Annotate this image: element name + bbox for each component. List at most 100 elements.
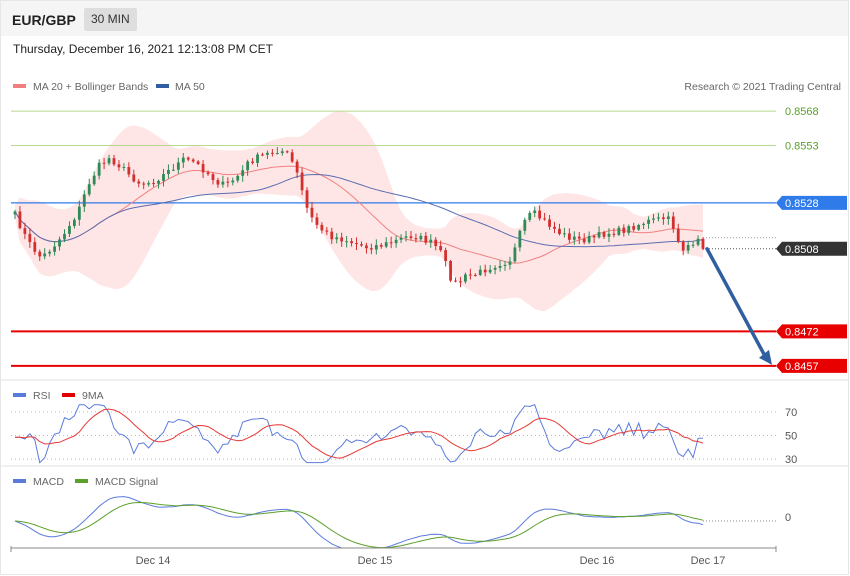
candle-body <box>315 217 319 225</box>
candle-body <box>419 235 423 240</box>
candle-body <box>503 264 507 266</box>
candle-body <box>171 169 175 171</box>
candle-body <box>607 233 611 237</box>
candle-body <box>236 175 240 181</box>
candle-body <box>622 227 626 233</box>
candle-body <box>87 184 91 195</box>
candle-body <box>429 239 433 243</box>
candle-body <box>696 238 700 245</box>
candle-body <box>13 211 17 215</box>
candle-body <box>107 158 111 164</box>
candle-body <box>617 227 621 235</box>
macd-signal-legend-swatch <box>75 479 88 483</box>
candle-body <box>97 162 101 176</box>
candle-body <box>597 232 601 238</box>
candle-body <box>112 158 116 165</box>
candle-body <box>147 183 151 185</box>
candle-body <box>63 233 66 240</box>
target-level-label: 0.8553 <box>785 140 819 152</box>
candle-body <box>657 217 660 219</box>
candle-body <box>82 194 86 207</box>
candle-body <box>152 183 155 185</box>
macd-tick-label: 0 <box>785 512 791 524</box>
candle-body <box>409 236 413 239</box>
candle-body <box>28 233 32 243</box>
candle-body <box>122 167 126 169</box>
candle-body <box>671 216 675 229</box>
candle-body <box>513 247 517 262</box>
candle-body <box>360 244 363 246</box>
candle-body <box>468 274 472 276</box>
candle-body <box>369 248 373 250</box>
candle-body <box>300 172 304 191</box>
x-axis: Dec 14 Dec 15 Dec 16 Dec 17 <box>10 546 777 567</box>
candle-body <box>77 206 81 220</box>
target-level-label: 0.8568 <box>785 106 819 118</box>
bollinger-band <box>15 110 703 312</box>
candle-body <box>270 152 274 154</box>
candle-body <box>612 233 616 235</box>
macd-signal-legend-label: MACD Signal <box>95 476 158 488</box>
candle-body <box>280 151 284 154</box>
x-tick-label: Dec 16 <box>580 555 615 567</box>
x-tick-label: Dec 17 <box>691 555 726 567</box>
resistance-level-label: 0.8528 <box>785 198 819 210</box>
candle-body <box>394 239 398 244</box>
candle-body <box>558 228 561 234</box>
candle-body <box>261 154 264 156</box>
candle-body <box>350 241 353 244</box>
candle-body <box>642 223 646 225</box>
candle-body <box>493 267 497 270</box>
candle-body <box>572 236 576 240</box>
level-labels: 0.8568 0.8553 0.8528 0.8508 0.8472 0.8457 <box>776 106 847 373</box>
candle-body <box>196 161 200 165</box>
candle-body <box>701 238 705 249</box>
candle-body <box>548 219 551 227</box>
candle-body <box>92 175 96 185</box>
last-price-label: 0.8508 <box>785 244 819 256</box>
candle-body <box>652 218 655 220</box>
candle-body <box>117 164 121 168</box>
candle-body <box>478 269 482 276</box>
chart-canvas: MA 20 + Bollinger Bands MA 50 Research ©… <box>1 81 849 567</box>
candle-body <box>38 251 42 257</box>
candle-body <box>563 233 566 235</box>
ma50-legend-label: MA 50 <box>175 81 205 93</box>
candle-body <box>325 230 329 232</box>
candle-body <box>127 167 131 175</box>
macd-panel: 0 <box>14 496 791 549</box>
candle-body <box>231 180 235 183</box>
candle-body <box>23 228 27 234</box>
candle-body <box>379 245 383 247</box>
candle-body <box>662 217 665 219</box>
candle-body <box>186 157 190 160</box>
candle-body <box>483 269 487 273</box>
rsi-legend-label: RSI <box>33 390 51 402</box>
candle-body <box>637 224 641 230</box>
rsi-ma-legend-swatch <box>62 393 75 397</box>
rsi-tick-label: 50 <box>785 430 797 442</box>
ma20-legend-swatch <box>13 84 26 88</box>
candle-body <box>176 162 180 170</box>
candle-body <box>384 242 388 247</box>
candle-body <box>340 237 344 242</box>
candle-body <box>666 216 670 219</box>
candle-body <box>553 226 556 229</box>
candle-body <box>459 281 462 283</box>
candle-body <box>48 251 52 254</box>
macd-signal-line <box>14 501 704 549</box>
candle-body <box>365 245 368 249</box>
candle-body <box>310 207 314 218</box>
candle-body <box>68 226 71 234</box>
candle-body <box>330 231 334 240</box>
candle-body <box>345 241 349 243</box>
candle-body <box>538 210 542 219</box>
rsi-panel: 70 50 30 <box>11 404 797 466</box>
candle-body <box>587 236 591 243</box>
candle-body <box>498 265 502 268</box>
candle-body <box>33 242 37 252</box>
candle-body <box>602 232 606 237</box>
candle-body <box>43 253 47 257</box>
candle-body <box>18 211 22 229</box>
candle-body <box>72 219 76 227</box>
